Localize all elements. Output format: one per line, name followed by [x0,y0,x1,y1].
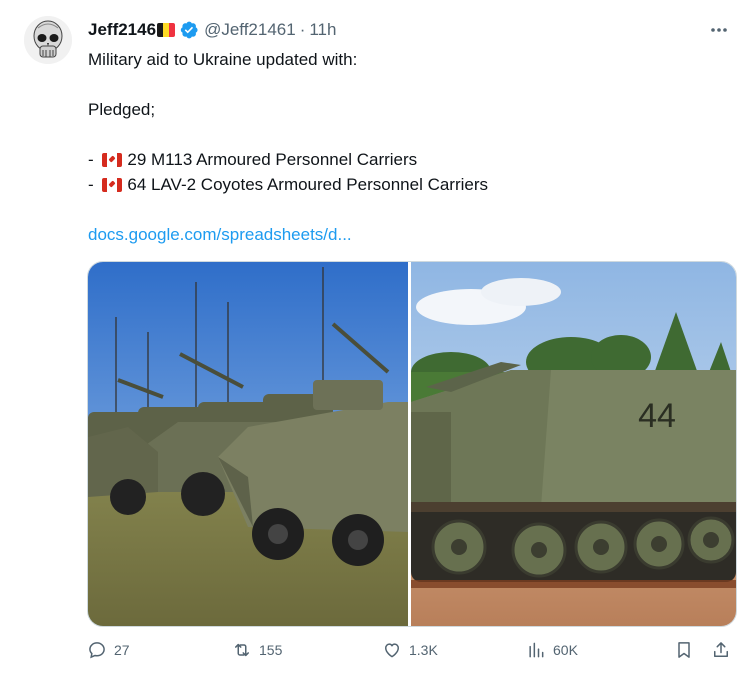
tweet-text: Military aid to Ukraine updated with: Pl… [88,47,488,247]
reply-count: 27 [114,642,130,658]
skull-avatar [24,16,72,64]
repost-count: 155 [259,642,283,658]
repost-button[interactable]: 155 [232,640,282,660]
m113-photo: 44 [411,262,736,626]
tweet-time[interactable]: 11h [309,20,336,40]
repost-icon [235,643,249,657]
action-bar: 27 155 1.3K 60K [0,640,741,670]
list-item-text: 29 M113 Armoured Personnel Carriers [127,150,418,169]
list-dash: - [88,150,99,169]
like-count: 1.3K [409,642,438,658]
canada-flag-icon [102,152,123,167]
link-line: docs.google.com/spreadsheets/d... [88,222,488,247]
verified-badge-icon[interactable] [179,20,199,40]
views-icon [529,642,544,658]
more-button[interactable] [705,18,733,42]
like-icon [385,643,399,658]
bookmark-button[interactable] [674,640,694,660]
author-name[interactable]: Jeff2146 [88,20,156,40]
share-button[interactable] [711,640,731,660]
tweet[interactable]: Jeff2146 @Jeff21461 · 11h Military aid t… [0,0,741,679]
list-item: - 29 M113 Armoured Personnel Carriers [88,147,488,172]
belgium-flag-icon [157,23,176,37]
tweet-header: Jeff2146 @Jeff21461 · 11h [88,19,336,41]
like-button[interactable]: 1.3K [382,640,438,660]
list-item-text: 64 LAV-2 Coyotes Armoured Personnel Carr… [127,175,489,194]
views-button[interactable]: 60K [526,640,578,660]
vehicle-number: 44 [638,397,676,435]
text-line: Military aid to Ukraine updated with: [88,50,358,69]
share-icon [714,642,728,657]
lav-coyote-photo [88,262,408,626]
reply-icon [89,642,105,659]
photo-lav-coyotes[interactable] [88,262,408,626]
spreadsheet-link[interactable]: docs.google.com/spreadsheets/d... [88,222,352,247]
text-line: Pledged; [88,100,156,119]
list-item: - 64 LAV-2 Coyotes Armoured Personnel Ca… [88,172,488,197]
author-handle[interactable]: @Jeff21461 [204,20,296,40]
avatar[interactable] [24,16,72,64]
reply-button[interactable]: 27 [87,640,130,660]
bookmark-icon [678,642,690,658]
media-grid: 44 [87,261,737,627]
photo-m113[interactable]: 44 [411,262,736,626]
views-count: 60K [553,642,578,658]
list-dash: - [88,175,99,194]
canada-flag-icon [102,177,123,192]
more-icon [711,28,727,32]
separator-dot: · [299,20,306,39]
